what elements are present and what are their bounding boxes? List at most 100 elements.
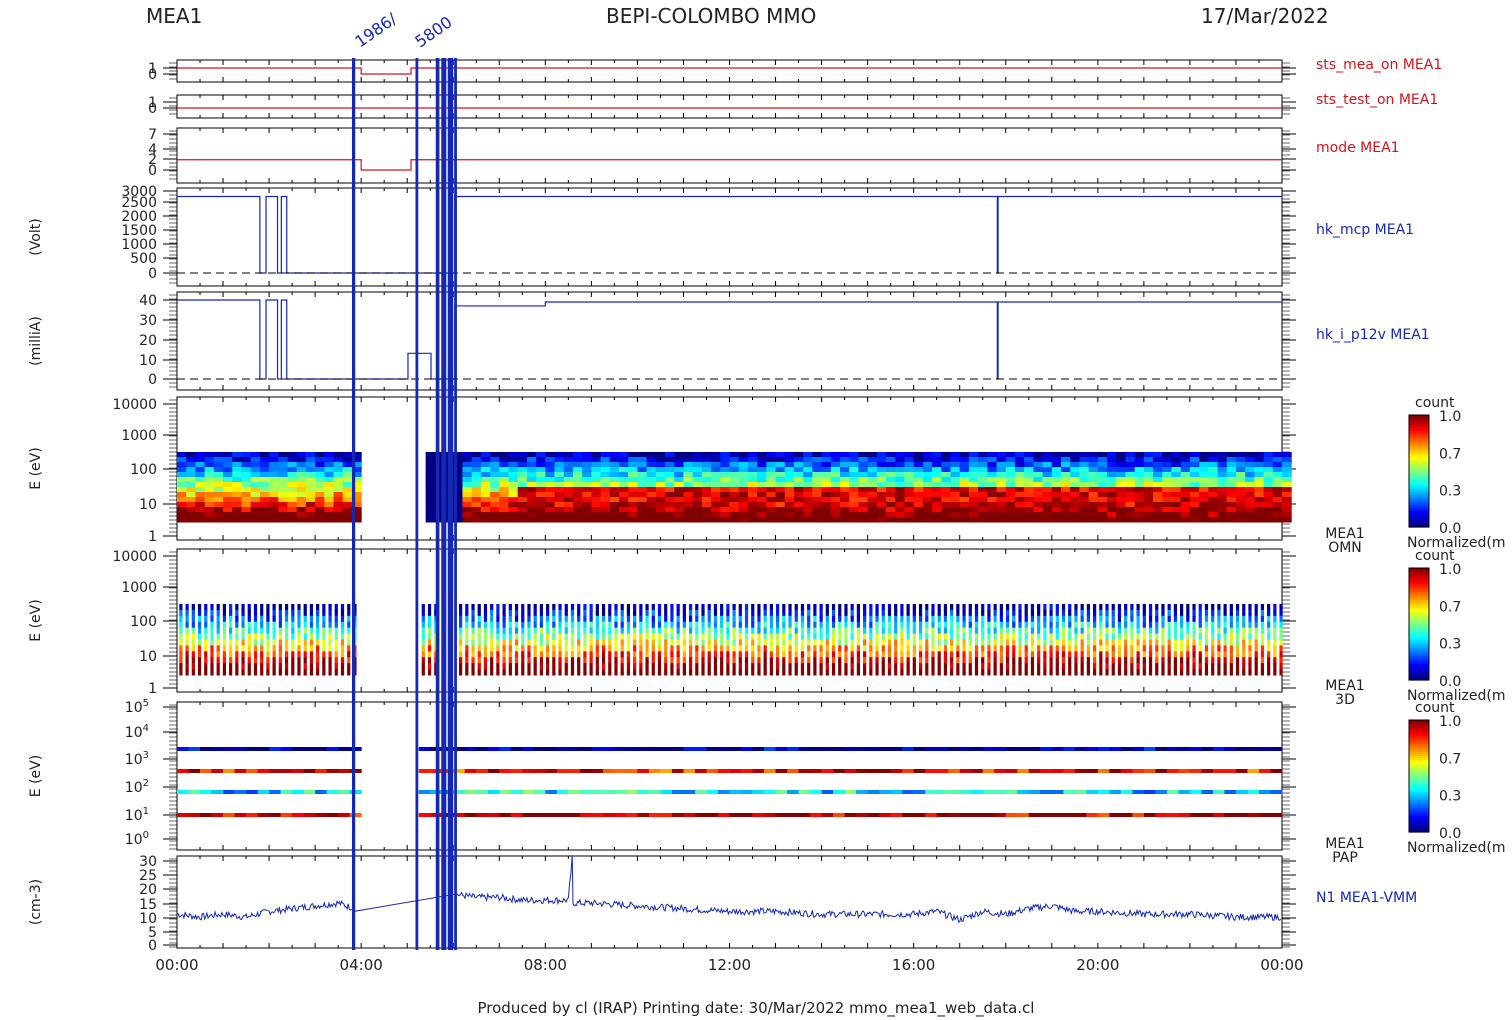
y-tick-label: 100 (130, 462, 157, 478)
spectrogram-cell (195, 512, 206, 518)
spectrogram-cell (303, 639, 307, 646)
spectrogram-cell (315, 487, 325, 493)
spectrogram-cell (554, 482, 565, 488)
spectrogram-cell (867, 477, 878, 483)
spectrogram-cell (738, 512, 749, 518)
spectrogram-cell (465, 663, 469, 670)
spectrogram-cell (692, 467, 703, 473)
spectrogram-cell (1254, 669, 1258, 676)
spectrogram-cell (462, 492, 473, 498)
spectrogram-cell (1211, 609, 1215, 617)
spectrogram-cell (858, 452, 869, 458)
spectrogram-cell (633, 621, 637, 629)
spectrogram-cell (421, 651, 425, 658)
spectrogram-cell (875, 627, 879, 635)
spectrogram-cell (793, 492, 804, 498)
spectrogram-cell (1189, 482, 1200, 488)
spectrogram-cell (490, 615, 494, 623)
spectrogram-cell (1092, 645, 1097, 652)
spectrogram-cell (1199, 472, 1209, 478)
spectrogram-cell (751, 615, 755, 623)
spectrogram-cell (692, 482, 703, 488)
spectrogram-cell (657, 615, 662, 623)
spectrogram-cell (838, 645, 842, 652)
spectrogram-cell (729, 457, 740, 463)
spectrogram-cell (232, 457, 242, 463)
spectrogram-cell (968, 477, 979, 483)
spectrogram-cell (838, 609, 842, 617)
spectrogram-cell (849, 502, 859, 508)
spectrogram-cell (1116, 452, 1126, 458)
spectrogram-cell (1226, 497, 1237, 503)
spectrogram-cell (838, 633, 842, 640)
spectrogram-cell (177, 507, 187, 513)
spectrogram-cell (1180, 621, 1184, 629)
spectrogram-cell (1223, 615, 1227, 623)
spectrogram-cell (895, 477, 905, 483)
spectrogram-cell (1282, 497, 1292, 503)
spectrogram-cell (1189, 492, 1200, 498)
spectrogram-cell (720, 663, 724, 670)
spectrogram-cell (937, 657, 941, 664)
spectrogram-cell (527, 639, 531, 646)
spectrogram-cell (683, 507, 694, 513)
spectrogram-cell (1148, 651, 1153, 658)
spectrogram-cell (788, 633, 792, 640)
spectrogram-cell (766, 512, 777, 518)
spectrogram-cell (514, 663, 519, 670)
spectrogram-cell (665, 507, 675, 513)
spectrogram-cell (1037, 621, 1041, 629)
spectrogram-cell (720, 507, 730, 513)
spectrogram-cell (996, 517, 1007, 523)
spectrogram-cell (628, 492, 638, 498)
spectrogram-cell (894, 633, 898, 640)
spectrogram-cell (232, 467, 242, 473)
spectrogram-cell (608, 615, 612, 623)
spectrogram-cell (1153, 482, 1163, 488)
spectrogram-cell (651, 639, 655, 646)
spectrogram-cell (1088, 472, 1099, 478)
spectrogram-cell (1033, 457, 1044, 463)
spectrogram-cell (471, 512, 482, 518)
y-tick-label: 10 (139, 497, 157, 513)
spectrogram-cell (670, 657, 674, 664)
spectrogram-cell (480, 462, 491, 468)
spectrogram-cell (1204, 609, 1209, 617)
spectrogram-cell (850, 609, 854, 617)
y-tick-label: 10000 (112, 549, 157, 565)
spectrogram-cell (937, 627, 941, 635)
spectrogram-cell (600, 487, 611, 493)
spectrogram-cell (1117, 669, 1122, 676)
spectrogram-cell (922, 457, 933, 463)
spectrogram-cell (315, 492, 325, 498)
spectrogram-cell (639, 621, 643, 629)
spectrogram-cell (247, 621, 251, 629)
spectrogram-cell (1051, 457, 1062, 463)
spectrogram-cell (825, 651, 829, 658)
spectrogram-cell (284, 639, 289, 646)
spectrogram-cell (1155, 615, 1159, 623)
spectrogram-cell (1099, 615, 1103, 623)
spectrogram-cell (932, 477, 942, 483)
y-axis-label: (cm-3) (28, 879, 44, 925)
spectrogram-cell (1254, 477, 1265, 483)
spectrogram-cell (1263, 477, 1274, 483)
spectrogram-cell (683, 467, 694, 473)
spectrogram-cell (999, 663, 1003, 670)
spectrogram-cell (222, 621, 227, 629)
spectrogram-cell (564, 663, 568, 670)
spectrogram-cell (462, 497, 473, 503)
spectrogram-cell (284, 645, 289, 652)
spectrogram-cell (425, 467, 436, 473)
spectrogram-cell (296, 452, 307, 458)
spectrogram-cell (751, 609, 755, 617)
spectrogram-cell (287, 467, 298, 473)
spectrogram-cell (876, 492, 887, 498)
spectrogram-cell (253, 663, 258, 670)
spectrogram-cell (1204, 604, 1209, 611)
spectrogram-cell (508, 472, 519, 478)
spectrogram-cell (1055, 639, 1059, 646)
spectrogram-cell (296, 497, 307, 503)
spectrogram-cell (646, 487, 657, 493)
spectrogram-cell (552, 651, 556, 658)
